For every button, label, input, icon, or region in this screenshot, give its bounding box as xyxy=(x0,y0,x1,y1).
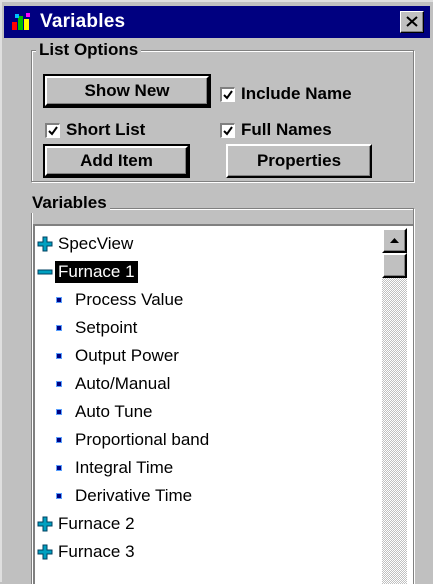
vertical-scrollbar[interactable] xyxy=(382,228,407,584)
short-list-label: Short List xyxy=(66,120,146,139)
add-item-button[interactable]: Add Item xyxy=(43,144,190,178)
checkmark-icon xyxy=(223,125,233,136)
close-button[interactable] xyxy=(400,11,424,33)
include-name-label: Include Name xyxy=(241,84,352,103)
tree-label: Furnace 3 xyxy=(58,542,135,561)
leaf-bullet-icon xyxy=(56,325,62,331)
include-name-box[interactable] xyxy=(220,86,235,102)
leaf-bullet-icon xyxy=(56,437,62,443)
tree-item-setpoint[interactable]: Setpoint xyxy=(56,314,140,342)
tree-label: Auto Tune xyxy=(75,402,153,421)
tree-label: Process Value xyxy=(75,290,184,309)
tree-label: Furnace 1 xyxy=(55,261,138,283)
tree-item-specview[interactable]: SpecView xyxy=(37,230,136,258)
arrow-up-icon xyxy=(390,238,399,243)
leaf-bullet-icon xyxy=(56,297,62,303)
full-names-box[interactable] xyxy=(220,122,235,138)
properties-button[interactable]: Properties xyxy=(226,144,372,178)
include-name-checkbox[interactable]: Include Name xyxy=(220,84,352,104)
variables-tree[interactable]: SpecView Furnace 1 Process Value Setpoin… xyxy=(33,224,413,584)
tree-label: SpecView xyxy=(58,234,134,253)
scroll-thumb[interactable] xyxy=(382,253,407,278)
expand-plus-icon xyxy=(37,544,53,560)
variables-window: Variables List Options Show New Include … xyxy=(0,0,433,584)
tree-item-furnace-3[interactable]: Furnace 3 xyxy=(37,538,138,566)
checkmark-icon xyxy=(48,125,58,136)
title-bar[interactable]: Variables xyxy=(4,6,430,38)
tree-item-auto-manual[interactable]: Auto/Manual xyxy=(56,370,173,398)
tree-item-process-value[interactable]: Process Value xyxy=(56,286,186,314)
tree-item-furnace-1[interactable]: Furnace 1 xyxy=(37,258,138,286)
close-icon xyxy=(406,16,418,27)
leaf-bullet-icon xyxy=(56,381,62,387)
tree-label: Integral Time xyxy=(75,458,174,477)
tree-label: Setpoint xyxy=(75,318,138,337)
window-title: Variables xyxy=(40,11,126,32)
leaf-bullet-icon xyxy=(56,465,62,471)
checkmark-icon xyxy=(223,89,233,100)
tree-label: Furnace 2 xyxy=(58,514,135,533)
tree-label: Output Power xyxy=(75,346,179,365)
full-names-checkbox[interactable]: Full Names xyxy=(220,120,332,140)
tree-item-integral-time[interactable]: Integral Time xyxy=(56,454,176,482)
scroll-up-button[interactable] xyxy=(382,228,407,253)
tree-label: Proportional band xyxy=(75,430,210,449)
full-names-label: Full Names xyxy=(241,120,332,139)
tree-item-furnace-2[interactable]: Furnace 2 xyxy=(37,510,138,538)
leaf-bullet-icon xyxy=(56,493,62,499)
tree-item-output-power[interactable]: Output Power xyxy=(56,342,182,370)
list-options-label: List Options xyxy=(36,40,142,60)
tree-item-auto-tune[interactable]: Auto Tune xyxy=(56,398,156,426)
variables-group-label: Variables xyxy=(29,193,110,213)
expand-plus-icon xyxy=(37,516,53,532)
tree-item-derivative-time[interactable]: Derivative Time xyxy=(56,482,195,510)
leaf-bullet-icon xyxy=(56,353,62,359)
expand-plus-icon xyxy=(37,236,53,252)
leaf-bullet-icon xyxy=(56,409,62,415)
tree-item-proportional-band[interactable]: Proportional band xyxy=(56,426,212,454)
tree-label: Auto/Manual xyxy=(75,374,171,393)
short-list-box[interactable] xyxy=(45,122,60,138)
short-list-checkbox[interactable]: Short List xyxy=(45,120,145,140)
tree-label: Derivative Time xyxy=(75,486,193,505)
app-icon xyxy=(12,13,30,30)
collapse-minus-icon xyxy=(37,269,53,275)
show-new-button[interactable]: Show New xyxy=(43,74,211,108)
